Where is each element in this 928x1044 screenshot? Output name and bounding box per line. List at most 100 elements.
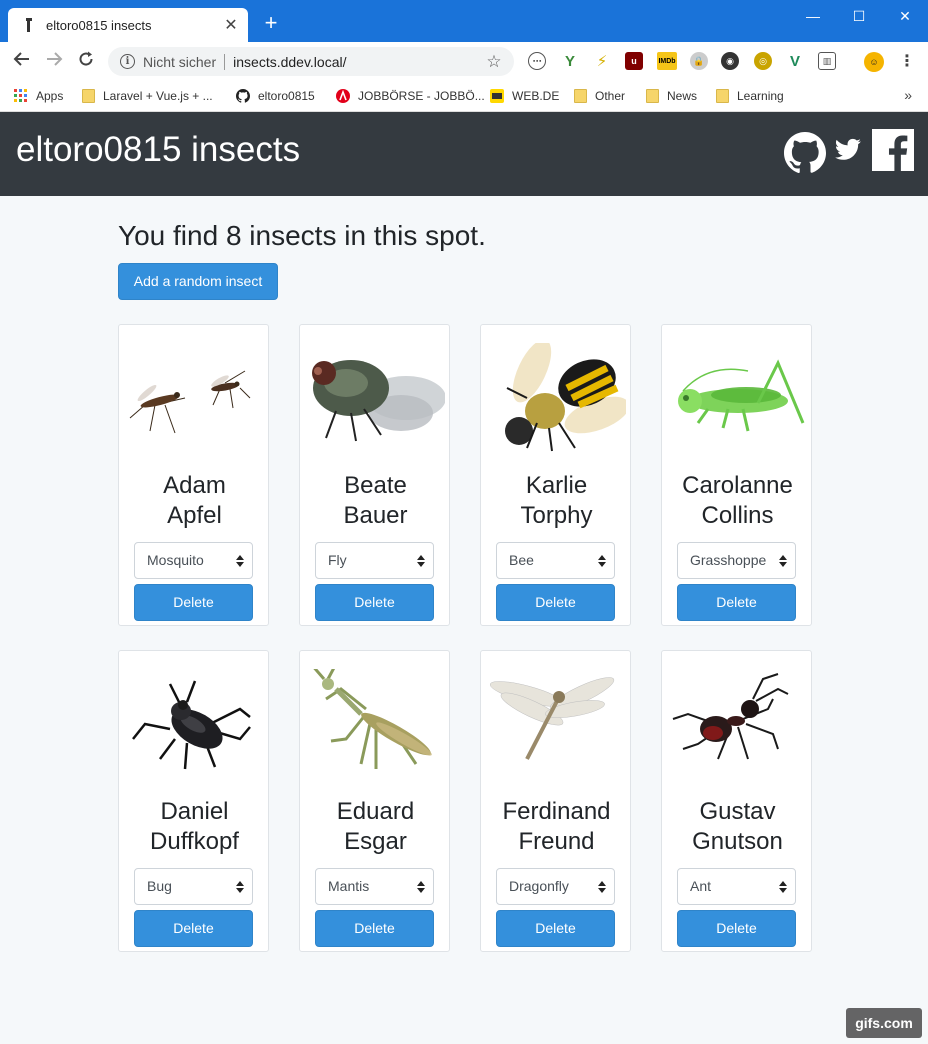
delete-button[interactable]: Delete: [677, 910, 796, 947]
bookmark-label: Other: [595, 89, 626, 103]
favicon-icon: [22, 17, 36, 33]
mantis-image: [313, 669, 432, 769]
bookmark-label: JOBBÖRSE - JOBBÖ...: [358, 89, 485, 103]
bookmark-jobboerse[interactable]: JOBBÖRSE - JOBBÖ...: [336, 86, 485, 106]
bookmark-github[interactable]: eltoro0815: [236, 86, 315, 106]
forward-icon[interactable]: [42, 50, 66, 72]
owner-first-name: Gustav: [699, 798, 776, 825]
insect-owner-name: Ferdinand Freund: [481, 797, 632, 857]
url-text[interactable]: insects.ddev.local/: [233, 54, 482, 70]
insect-card-grasshopper: Carolanne Collins Grasshoppe Delete: [661, 324, 812, 626]
browser-toolbar: i Nicht sicher insects.ddev.local/ ☆ ⋯ Y…: [0, 42, 928, 80]
insect-owner-name: Eduard Esgar: [300, 797, 451, 857]
browser-tab[interactable]: eltoro0815 insects ✕: [8, 8, 248, 42]
omnibox-separator: [224, 53, 226, 70]
insect-type-select[interactable]: Grasshoppe: [677, 542, 796, 579]
delete-button[interactable]: Delete: [315, 584, 434, 621]
extension-list-icon[interactable]: ▥: [818, 52, 836, 70]
reload-icon[interactable]: [74, 50, 98, 72]
imdb-icon[interactable]: IMDb: [657, 52, 677, 70]
bookmark-label: Laravel + Vue.js + ...: [103, 89, 213, 103]
delete-button[interactable]: Delete: [496, 910, 615, 947]
owner-last-name: Apfel: [167, 502, 222, 529]
select-arrows-icon: [598, 881, 606, 893]
bookmark-star-icon[interactable]: ☆: [482, 52, 506, 72]
select-arrows-icon: [417, 555, 425, 567]
delete-button[interactable]: Delete: [496, 584, 615, 621]
github-icon[interactable]: [784, 132, 826, 174]
grasshopper-image: [678, 359, 805, 432]
owner-last-name: Collins: [701, 502, 774, 529]
insect-card-dragonfly: Ferdinand Freund Dragonfly Delete: [480, 650, 631, 952]
insect-type-select[interactable]: Mosquito: [134, 542, 253, 579]
owner-first-name: Beate: [344, 472, 407, 499]
select-arrows-icon: [779, 555, 787, 567]
vue-devtools-icon[interactable]: V: [786, 52, 804, 70]
close-window-icon[interactable]: ✕: [890, 6, 920, 26]
maximize-icon[interactable]: ☐: [844, 6, 874, 26]
github-icon: [236, 89, 250, 103]
insect-owner-name: Carolanne Collins: [662, 471, 813, 531]
beetle-image: [132, 680, 251, 770]
minimize-icon[interactable]: —: [798, 6, 828, 26]
insect-owner-name: Gustav Gnutson: [662, 797, 813, 857]
gifs-watermark: gifs.com: [846, 1008, 922, 1038]
bookmarks-overflow-icon[interactable]: »: [904, 87, 912, 103]
extension-globe-icon[interactable]: ◉: [721, 52, 739, 70]
select-arrows-icon: [236, 555, 244, 567]
folder-icon: [82, 89, 95, 103]
owner-last-name: Freund: [518, 828, 595, 855]
insect-type-select[interactable]: Bee: [496, 542, 615, 579]
apps-grid-icon: [14, 89, 27, 102]
site-brand[interactable]: eltoro0815 insects: [16, 130, 300, 170]
insect-owner-name: Daniel Duffkopf: [119, 797, 270, 857]
owner-first-name: Carolanne: [682, 472, 793, 499]
extension-lightning-icon[interactable]: ⚡: [593, 52, 611, 70]
bookmark-label: Learning: [737, 89, 784, 103]
bookmark-label: WEB.DE: [512, 89, 560, 103]
twitter-icon[interactable]: [834, 136, 862, 164]
info-icon[interactable]: i: [120, 54, 135, 69]
insect-type-select[interactable]: Mantis: [315, 868, 434, 905]
insect-type-select[interactable]: Dragonfly: [496, 868, 615, 905]
fly-image: [312, 360, 445, 442]
bookmark-webde[interactable]: WEB.DE: [490, 86, 559, 106]
bookmark-apps[interactable]: Apps: [14, 86, 63, 106]
owner-first-name: Eduard: [336, 798, 415, 825]
address-bar[interactable]: i Nicht sicher insects.ddev.local/ ☆: [108, 47, 514, 76]
insect-type-select[interactable]: Fly: [315, 542, 434, 579]
insect-type-value: Fly: [328, 552, 347, 568]
bookmark-laravel-folder[interactable]: Laravel + Vue.js + ...: [82, 86, 213, 106]
mosquito-image: [129, 370, 251, 434]
back-icon[interactable]: [10, 50, 34, 72]
extension-lock-icon[interactable]: 🔒: [690, 52, 708, 70]
insect-card-beetle: Daniel Duffkopf Bug Delete: [118, 650, 269, 952]
delete-button[interactable]: Delete: [315, 910, 434, 947]
new-tab-button[interactable]: +: [260, 12, 282, 35]
close-tab-icon[interactable]: ✕: [220, 14, 242, 36]
extension-coin-icon[interactable]: ◎: [754, 52, 772, 70]
menu-kebab-icon[interactable]: ⋮: [898, 52, 916, 70]
bookmark-label: News: [667, 89, 698, 103]
select-arrows-icon: [236, 881, 244, 893]
insect-type-select[interactable]: Bug: [134, 868, 253, 905]
bookmark-other-folder[interactable]: Other: [574, 86, 625, 106]
extension-proxy-icon[interactable]: ⋯: [528, 52, 546, 70]
bookmark-news-folder[interactable]: News: [646, 86, 697, 106]
profile-avatar-icon[interactable]: ☺: [864, 52, 884, 72]
main-content: You find 8 insects in this spot. Add a r…: [0, 196, 928, 1044]
extension-feather-icon[interactable]: Y: [561, 52, 579, 70]
insect-owner-name: Adam Apfel: [119, 471, 270, 531]
delete-button[interactable]: Delete: [134, 584, 253, 621]
add-random-insect-button[interactable]: Add a random insect: [118, 263, 278, 300]
insect-type-select[interactable]: Ant: [677, 868, 796, 905]
ublock-icon[interactable]: u: [625, 52, 643, 70]
bookmark-learning-folder[interactable]: Learning: [716, 86, 784, 106]
insect-type-value: Bee: [509, 552, 534, 568]
insect-owner-name: Karlie Torphy: [481, 471, 632, 531]
folder-icon: [646, 89, 659, 103]
insect-type-value: Grasshoppe: [690, 552, 767, 568]
delete-button[interactable]: Delete: [677, 584, 796, 621]
delete-button[interactable]: Delete: [134, 910, 253, 947]
facebook-icon[interactable]: [872, 129, 914, 171]
